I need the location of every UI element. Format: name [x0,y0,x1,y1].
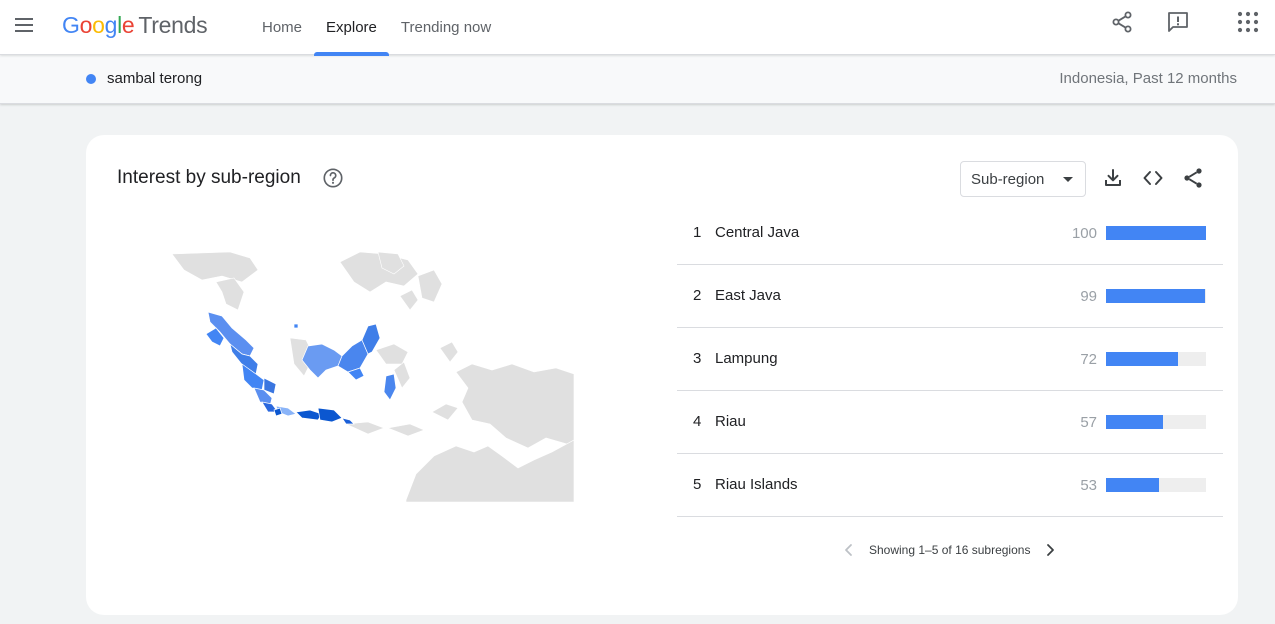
interest-by-subregion-card: Interest by sub-region Sub-region 1 Cent… [86,135,1238,615]
chevron-left-icon[interactable] [841,542,857,558]
interest-value: 99 [1080,288,1097,305]
list-item[interactable]: 5 Riau Islands 53 [677,454,1223,517]
embed-code-icon[interactable] [1141,166,1165,190]
nav-trending-now[interactable]: Trending now [389,0,503,55]
google-wordmark: Google [62,12,135,38]
pagination-status: Showing 1–5 of 16 subregions [869,543,1031,557]
interest-value: 57 [1080,414,1097,431]
region-name: East Java [715,287,781,304]
region-name: Central Java [715,224,800,241]
apps-grid-icon[interactable] [1236,10,1260,34]
list-item[interactable]: 4 Riau 57 [677,391,1223,454]
interest-bar [1106,289,1205,303]
interest-bar-track [1106,352,1206,366]
interest-value: 72 [1080,351,1097,368]
share-icon[interactable] [1110,10,1134,34]
list-item[interactable]: 2 East Java 99 [677,265,1223,328]
interest-bar-track [1106,415,1206,429]
nav-explore[interactable]: Explore [314,0,389,56]
trends-wordmark: Trends [138,12,208,38]
interest-bar-track [1106,289,1206,303]
region-name: Lampung [715,350,778,367]
card-title: Interest by sub-region [117,167,301,188]
resolution-select[interactable]: Sub-region [960,161,1086,197]
download-icon[interactable] [1101,166,1125,190]
help-icon[interactable] [322,167,344,189]
term-color-dot [86,74,96,84]
pagination: Showing 1–5 of 16 subregions [677,540,1223,560]
resolution-select-value: Sub-region [971,170,1045,188]
interest-value: 100 [1071,225,1097,242]
rank: 1 [693,224,702,241]
chevron-right-icon[interactable] [1042,542,1058,558]
region-name: Riau Islands [715,476,798,493]
interest-bar-track [1106,226,1206,240]
feedback-icon[interactable] [1166,10,1190,34]
share-icon[interactable] [1181,166,1205,190]
interest-bar [1106,415,1163,429]
interest-bar [1106,478,1159,492]
search-term-bar: sambal terong Indonesia, Past 12 months [0,55,1275,104]
chevron-down-icon [1063,177,1073,182]
top-bar: Google Trends Home Explore Trending now [0,0,1275,56]
subregion-map[interactable] [172,252,574,502]
search-term[interactable]: sambal terong [107,70,202,87]
nav-home[interactable]: Home [250,0,314,55]
google-trends-logo[interactable]: Google Trends [62,11,208,39]
region-name: Riau [715,413,746,430]
interest-bar [1106,226,1206,240]
interest-bar [1106,352,1178,366]
interest-bar-track [1106,478,1206,492]
geo-time-filter[interactable]: Indonesia, Past 12 months [1059,70,1237,87]
menu-icon[interactable] [12,13,36,37]
subregion-list: 1 Central Java 100 2 East Java 99 3 Lamp… [677,202,1223,517]
list-item[interactable]: 3 Lampung 72 [677,328,1223,391]
interest-value: 53 [1080,477,1097,494]
main-nav: Home Explore Trending now [250,0,503,56]
rank: 4 [693,413,702,430]
rank: 2 [693,287,702,304]
rank: 3 [693,350,702,367]
rank: 5 [693,476,702,493]
list-item[interactable]: 1 Central Java 100 [677,202,1223,265]
